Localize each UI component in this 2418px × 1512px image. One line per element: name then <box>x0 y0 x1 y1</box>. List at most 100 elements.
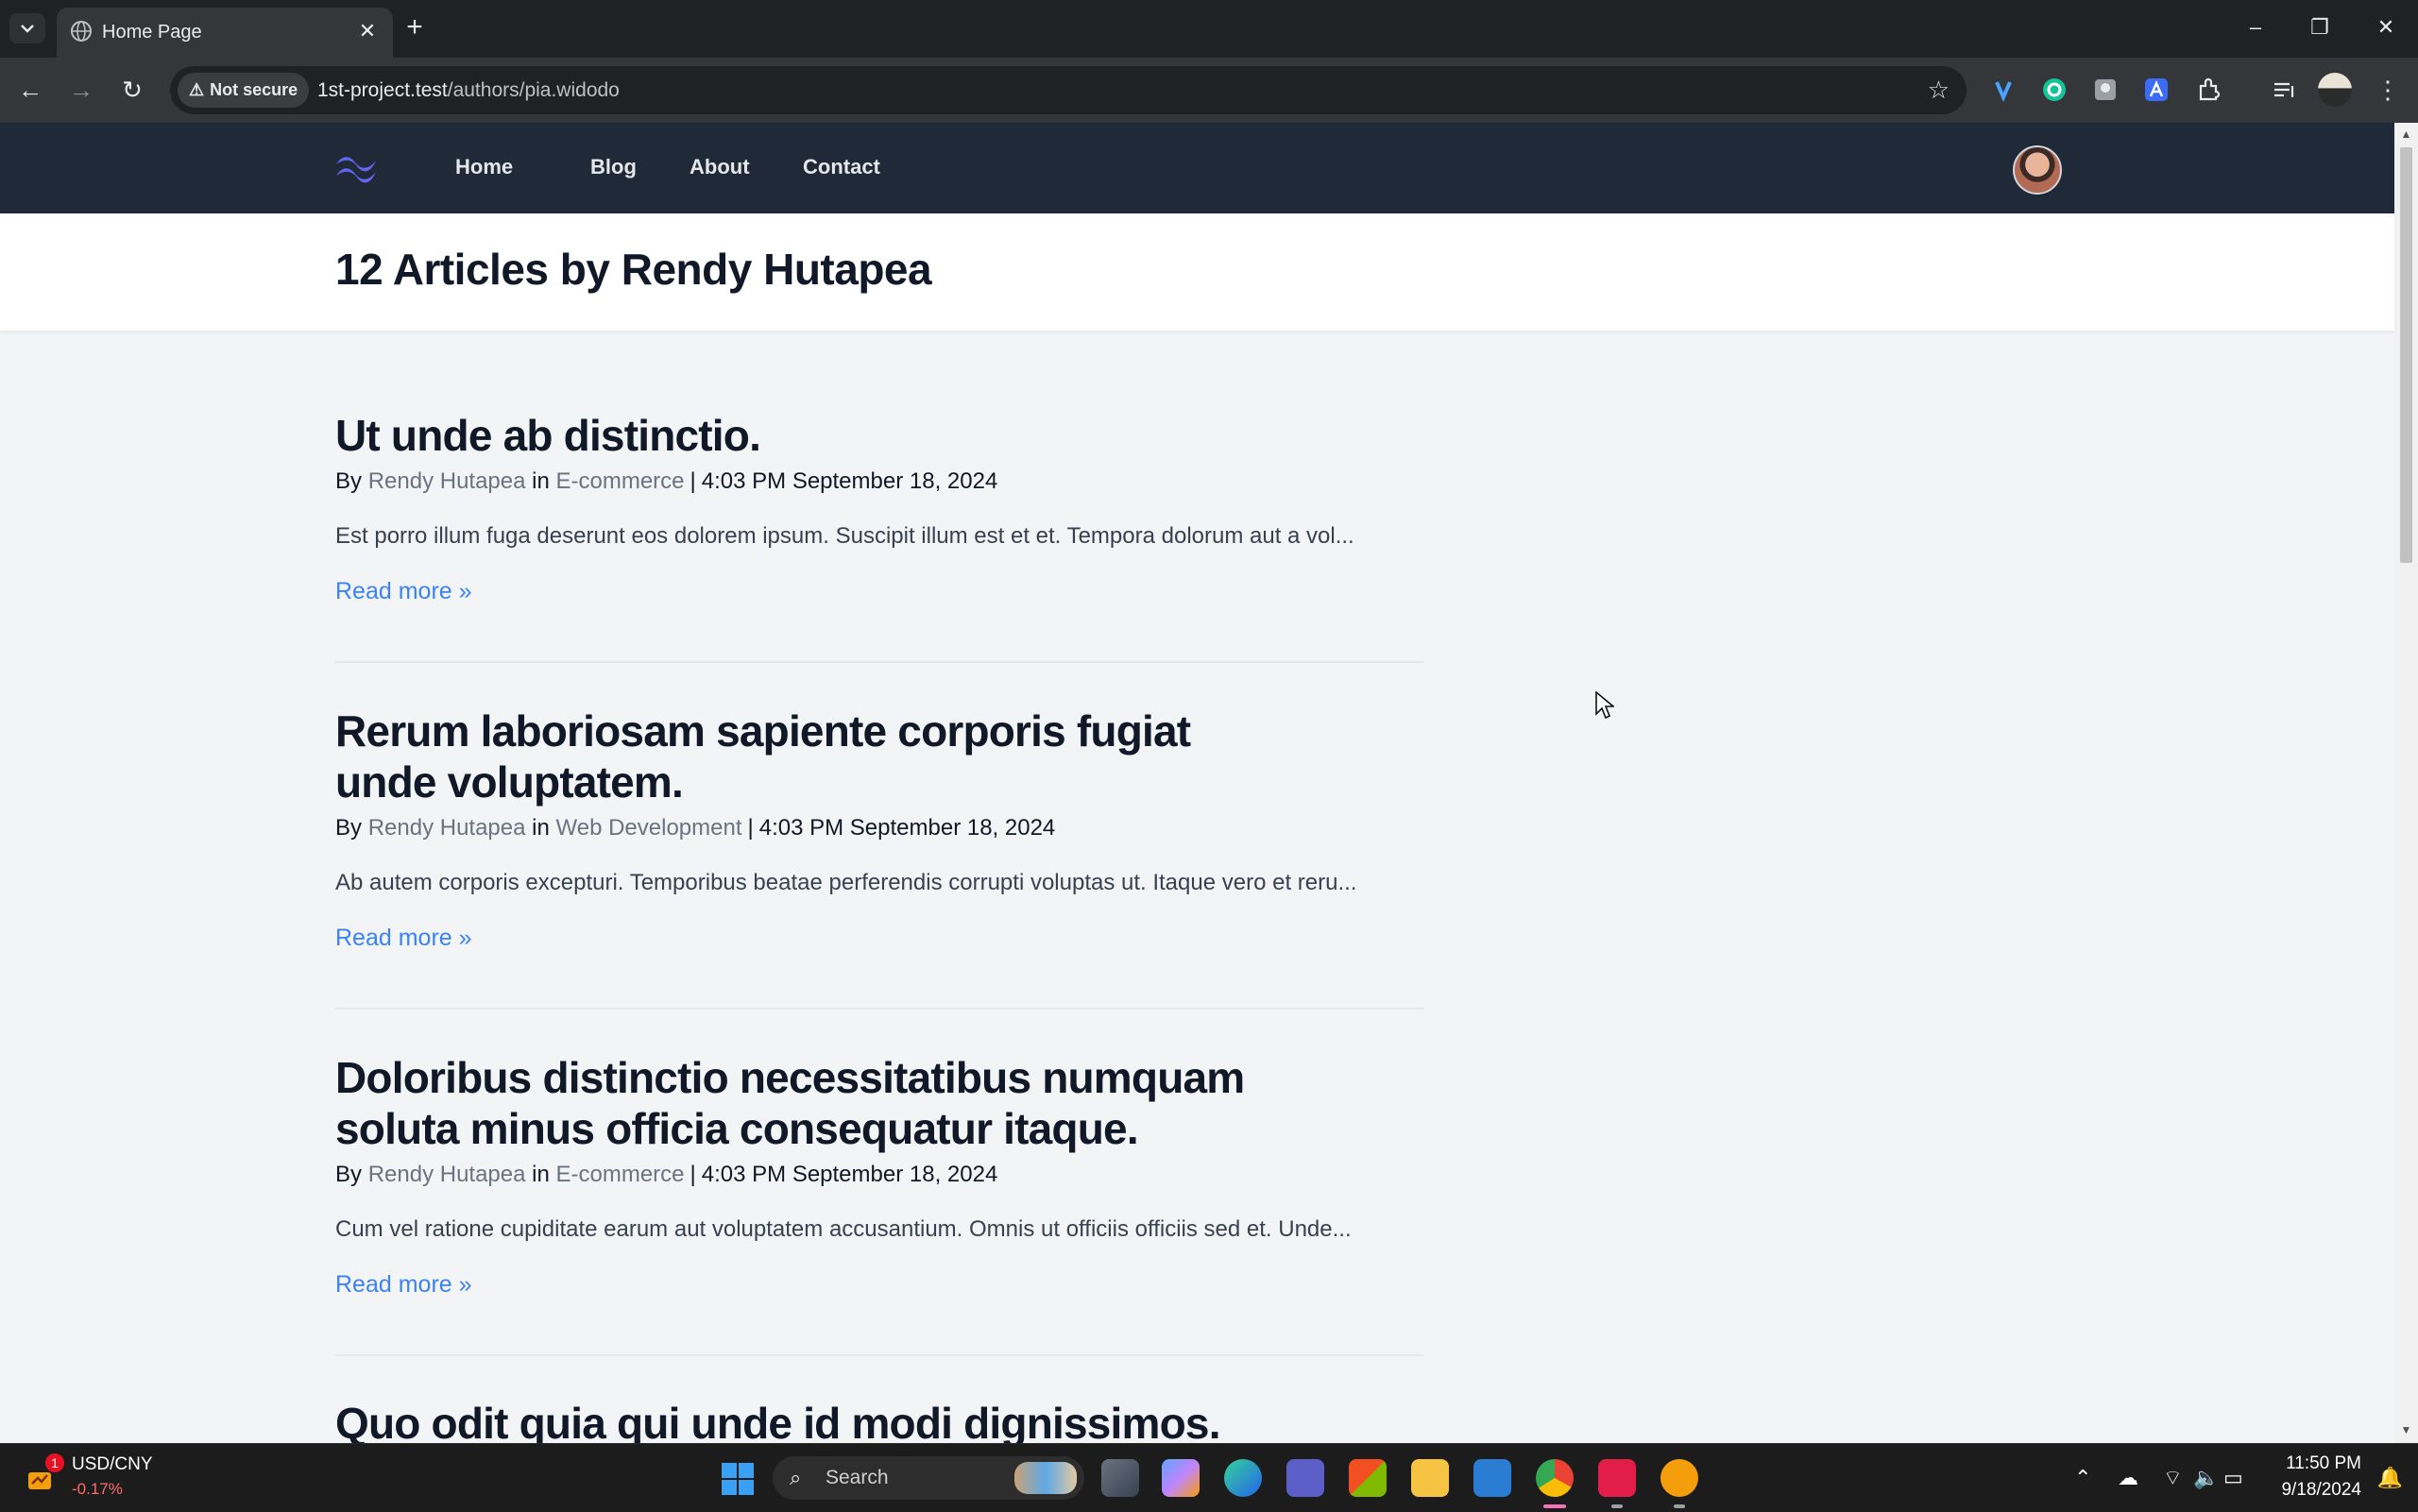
copilot-icon[interactable] <box>1162 1459 1200 1497</box>
tab-title: Home Page <box>102 22 202 42</box>
notification-badge: 1 <box>45 1453 64 1472</box>
article-author-link[interactable]: Rendy Hutapea <box>368 1162 526 1187</box>
read-more-link[interactable]: Read more » <box>335 576 472 606</box>
todo-icon[interactable] <box>1473 1459 1511 1497</box>
article-category-link[interactable]: E-commerce <box>556 1162 685 1187</box>
clock-date[interactable]: 9/18/2024 <box>2281 1479 2361 1502</box>
chevron-down-icon <box>21 25 34 33</box>
task-view-icon[interactable] <box>1101 1459 1139 1497</box>
article-card: Quo odit quia qui unde id modi dignissim… <box>335 1398 1424 1443</box>
page-scrollbar[interactable]: ▲ ▼ <box>2394 123 2418 1443</box>
ticker-change: -0.17% <box>72 1480 123 1498</box>
article-date: 4:03 PM September 18, 2024 <box>701 468 998 494</box>
minimize-icon[interactable]: – <box>2237 11 2274 43</box>
scroll-down-icon[interactable]: ▼ <box>2400 1424 2412 1436</box>
search-icon: ⌕ <box>790 1466 802 1489</box>
star-icon[interactable]: ☆ <box>1928 76 1950 104</box>
article-date: 4:03 PM September 18, 2024 <box>701 1162 998 1187</box>
globe-icon <box>71 21 92 42</box>
clock-time[interactable]: 11:50 PM <box>2286 1453 2361 1475</box>
running-app-indicator <box>1611 1504 1623 1508</box>
article-meta: By Rendy Hutapea in Web Development | 4:03… <box>335 815 1056 841</box>
running-app-indicator <box>1674 1504 1685 1508</box>
edge-icon[interactable] <box>1224 1459 1262 1497</box>
scroll-up-icon[interactable]: ▲ <box>2400 128 2412 141</box>
notification-bell-icon[interactable]: 🔔 <box>2377 1465 2403 1491</box>
article-card: Ut unde ab distinctio. By Rendy Hutapea … <box>335 410 1424 606</box>
chrome-icon[interactable] <box>1536 1459 1574 1497</box>
extensions-icon[interactable] <box>2191 73 2225 107</box>
article-divider <box>335 1008 1424 1010</box>
search-highlight-image <box>1014 1462 1077 1494</box>
taskbar-search[interactable]: ⌕ Search <box>773 1456 1084 1500</box>
article-author-link[interactable]: Rendy Hutapea <box>368 468 526 494</box>
file-explorer-icon[interactable] <box>1411 1459 1449 1497</box>
teams-icon[interactable] <box>1286 1459 1324 1497</box>
article-author-link[interactable]: Rendy Hutapea <box>368 815 526 841</box>
forward-arrow-icon[interactable]: → <box>64 73 98 107</box>
nav-link-home[interactable]: Home <box>455 153 513 181</box>
article-title[interactable]: Ut unde ab distinctio. <box>335 410 1424 461</box>
article-category-link[interactable]: E-commerce <box>556 468 685 494</box>
read-more-link[interactable]: Read more » <box>335 923 472 953</box>
windows-start-icon[interactable] <box>722 1463 754 1495</box>
kebab-menu-icon[interactable]: ⋮ <box>2371 73 2405 107</box>
wifi-icon[interactable]: ⌔ <box>2163 1465 2183 1491</box>
article-excerpt: Cum vel ratione cupiditate earum aut vol… <box>335 1216 1352 1242</box>
scrollbar-thumb[interactable] <box>2400 147 2412 563</box>
browser-toolbar: ← → ↻ ⚠ Not secure 1st-project.test/autho… <box>0 58 2418 123</box>
nav-link-contact[interactable]: Contact <box>803 153 880 181</box>
user-avatar[interactable] <box>2013 145 2062 195</box>
article-divider <box>335 1354 1424 1356</box>
article-title[interactable]: Rerum laboriosam sapiente corporis fugia… <box>335 705 1280 807</box>
window-close-icon[interactable]: ✕ <box>2367 11 2405 43</box>
mouse-cursor-icon <box>1595 691 1614 720</box>
tab-search-button[interactable] <box>9 13 45 43</box>
meta-separator: | <box>747 815 754 841</box>
restore-icon[interactable]: ❐ <box>2301 11 2339 43</box>
reload-icon[interactable]: ↻ <box>115 73 149 107</box>
article-divider <box>335 661 1424 663</box>
url-text[interactable]: 1st-project.test/authors/pia.widodo <box>317 76 620 104</box>
plus-icon[interactable]: + <box>400 13 429 42</box>
article-meta: By Rendy Hutapea in E-commerce | 4:03 PM S… <box>335 1162 998 1187</box>
extension-blue-icon[interactable] <box>1986 73 2020 107</box>
security-indicator[interactable]: ⚠ Not secure <box>178 73 310 108</box>
cloud-icon[interactable]: ☁ <box>2118 1465 2138 1491</box>
browser-tab-active[interactable]: Home Page ✕ <box>57 8 393 58</box>
read-more-link[interactable]: Read more » <box>335 1269 472 1300</box>
translate-extension-icon[interactable] <box>2139 73 2173 107</box>
article-date: 4:03 PM September 18, 2024 <box>758 815 1056 841</box>
page-viewport: Home Blog About Contact 12 Articles by R… <box>0 123 2394 1443</box>
address-bar[interactable]: ⚠ Not secure 1st-project.test/authors/pia… <box>170 66 1967 114</box>
extension-photo-icon[interactable] <box>2088 73 2122 107</box>
volume-icon[interactable]: 🔈 <box>2193 1465 2219 1491</box>
article-excerpt: Ab autem corporis excepturi. Temporibus … <box>335 870 1357 895</box>
profile-avatar[interactable] <box>2318 73 2352 107</box>
herd-app-icon[interactable] <box>1598 1459 1636 1497</box>
article-title[interactable]: Quo odit quia qui unde id modi dignissim… <box>335 1398 1424 1443</box>
meta-separator: | <box>690 468 696 494</box>
article-card: Doloribus distinctio necessitatibus numq… <box>335 1052 1424 1300</box>
microsoft-store-icon[interactable] <box>1349 1459 1387 1497</box>
article-category-link[interactable]: Web Development <box>556 815 742 841</box>
grammarly-icon[interactable] <box>2037 73 2071 107</box>
battery-icon[interactable]: ▭ <box>2223 1465 2243 1491</box>
browser-tab-bar: Home Page ✕ + – ❐ ✕ <box>0 0 2418 58</box>
chevron-up-icon[interactable]: ⌃ <box>2074 1465 2091 1491</box>
active-app-indicator <box>1543 1504 1566 1508</box>
article-excerpt: Est porro illum fuga deserunt eos dolore… <box>335 523 1354 549</box>
warning-icon: ⚠ <box>189 80 205 99</box>
tailwind-logo-icon[interactable] <box>332 151 380 185</box>
nav-link-about[interactable]: About <box>690 153 750 181</box>
nav-link-blog[interactable]: Blog <box>590 153 637 181</box>
back-arrow-icon[interactable]: ← <box>13 73 47 107</box>
close-icon[interactable]: ✕ <box>355 19 380 43</box>
meta-separator: | <box>690 1162 696 1187</box>
tableplus-icon[interactable] <box>1660 1459 1698 1497</box>
search-label: Search <box>826 1467 889 1488</box>
article-title[interactable]: Doloribus distinctio necessitatibus numq… <box>335 1052 1280 1154</box>
media-controls-icon[interactable] <box>2267 73 2301 107</box>
site-navbar: Home Blog About Contact <box>0 123 2394 213</box>
article-meta: By Rendy Hutapea in E-commerce | 4:03 PM S… <box>335 468 998 494</box>
